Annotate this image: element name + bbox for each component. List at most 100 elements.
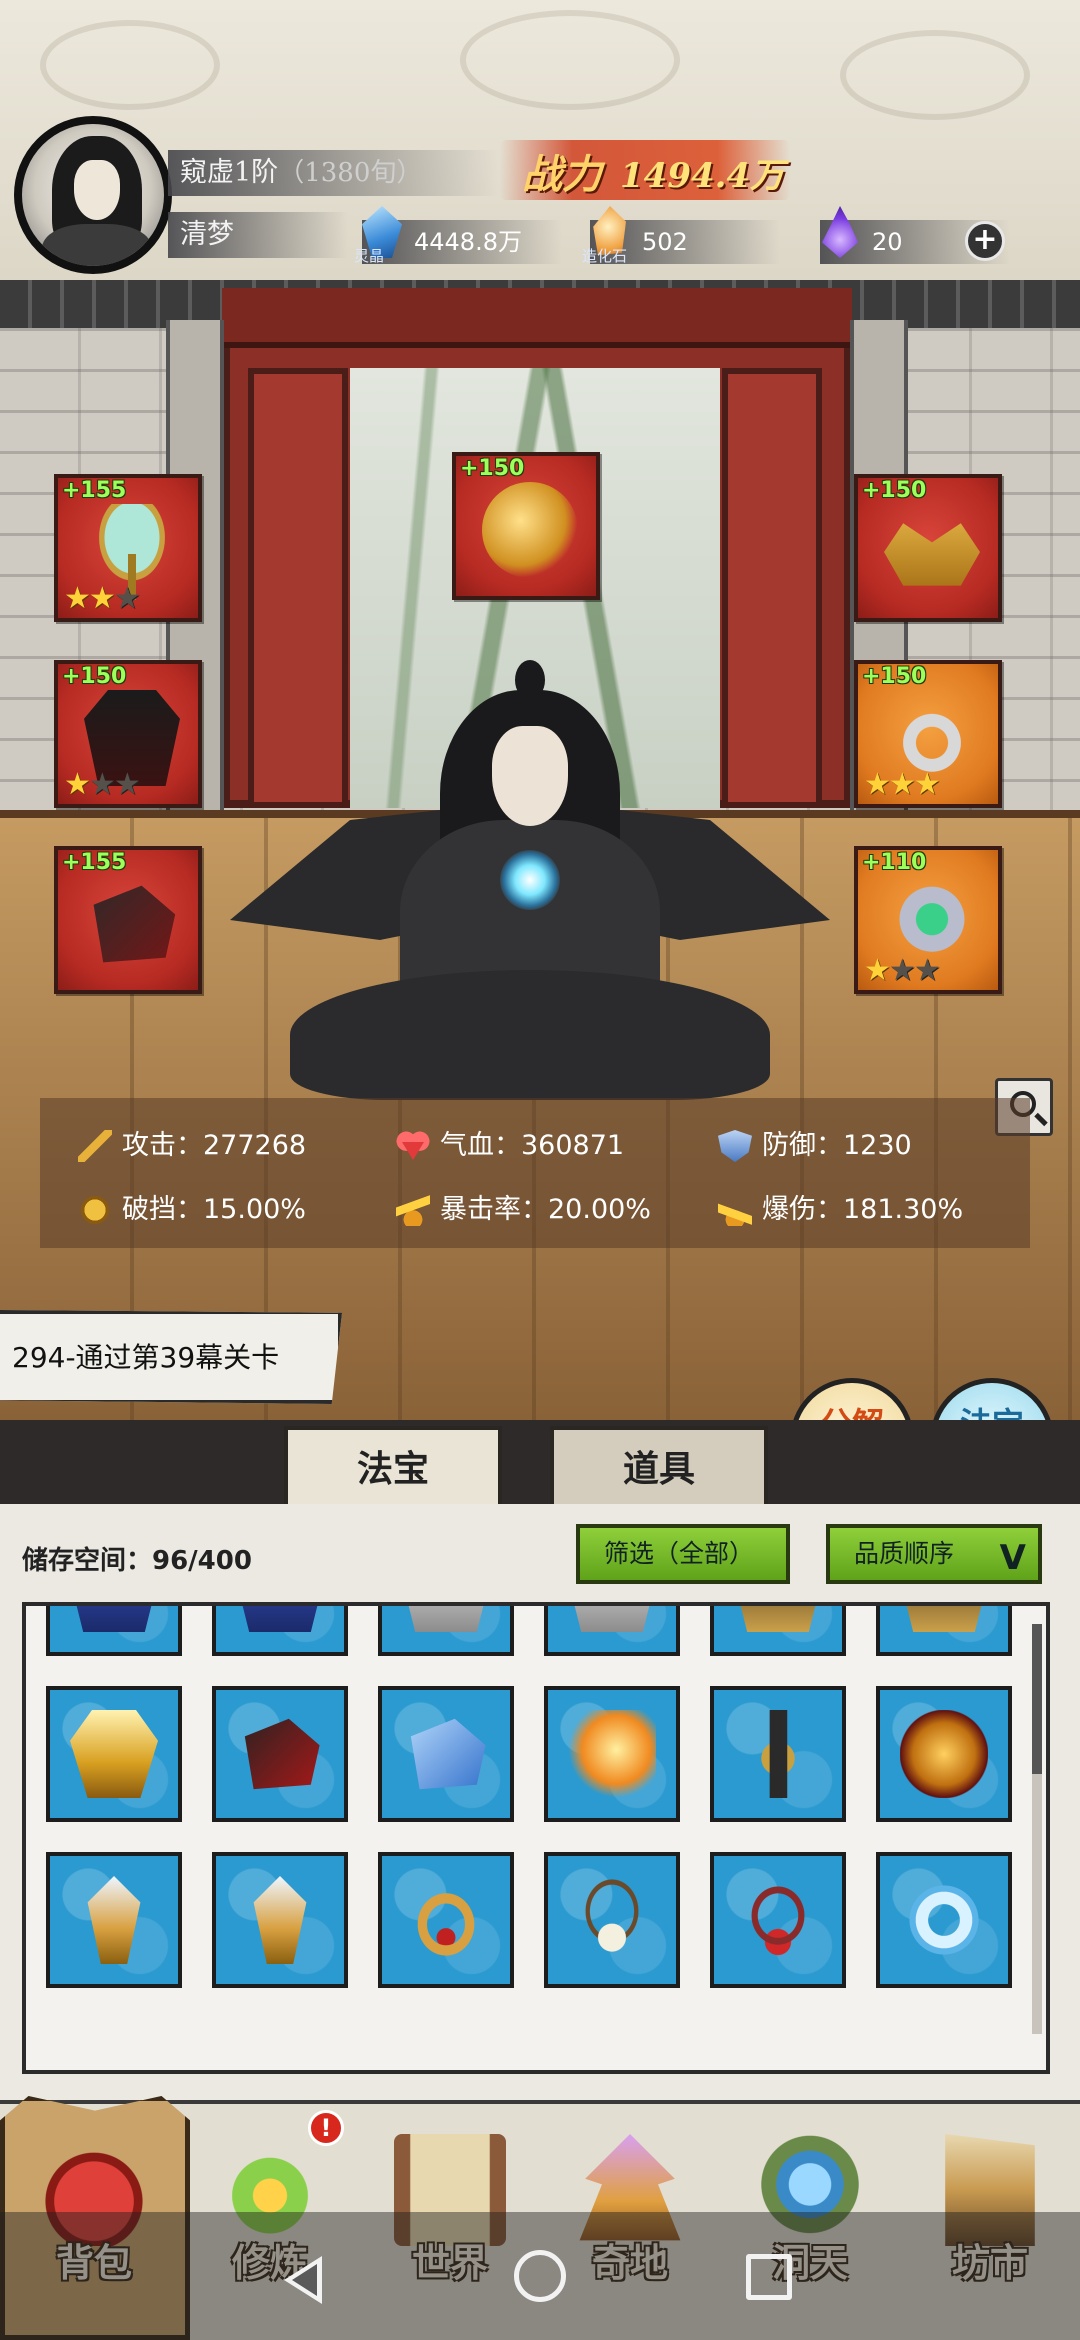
boots-icon	[93, 885, 176, 963]
inventory-item[interactable]	[212, 1686, 348, 1822]
stat-crit-rate-text: 暴击率：20.00%	[440, 1194, 651, 1225]
currency-spirit-crystal: 灵晶 4448.8万	[354, 206, 562, 264]
dragon-staff-icon	[253, 1876, 307, 1964]
equip-slot-ring[interactable]: +110 ★★★	[854, 846, 1002, 994]
blue-robe-icon	[70, 1606, 158, 1632]
add-currency-button[interactable]: +	[965, 221, 1005, 261]
dark-robe-icon	[900, 1606, 988, 1632]
rank-text: 窥虚1阶	[180, 157, 279, 188]
sword-icon	[78, 1130, 112, 1162]
currency-value: 20	[872, 228, 903, 256]
inventory-item[interactable]	[378, 1606, 514, 1656]
enhance-bonus: +150	[62, 664, 127, 689]
filter-button[interactable]: 筛选（全部）	[576, 1524, 790, 1584]
equip-slot-pendant[interactable]: +150 ★★★	[854, 660, 1002, 808]
home-icon[interactable]	[514, 2250, 566, 2302]
gold-helm-icon	[900, 1710, 988, 1798]
player-name: 清梦	[168, 212, 348, 258]
equip-slot-robe[interactable]: +150 ★★★	[54, 660, 202, 808]
storage-capacity: 储存空间：96/400	[22, 1546, 252, 1576]
stat-crit-damage: 爆伤：181.30%	[718, 1190, 963, 1230]
break-icon	[78, 1194, 112, 1226]
inventory-item[interactable]	[876, 1686, 1012, 1822]
character-face	[492, 726, 568, 826]
equip-slot-fan[interactable]: +155 ★★★	[54, 474, 202, 622]
enhance-bonus: +110	[862, 850, 927, 875]
stat-break-text: 破挡：15.00%	[122, 1194, 306, 1225]
currency-name: 灵晶	[354, 247, 385, 265]
avatar-face	[74, 160, 120, 220]
amulet-icon	[568, 1876, 656, 1964]
stat-hp-text: 气血：360871	[440, 1130, 625, 1161]
stat-hp: 气血：360871	[396, 1126, 624, 1166]
chevron-down-icon: V	[999, 1538, 1026, 1578]
dragon-staff-icon	[87, 1876, 141, 1964]
enhance-bonus: +150	[862, 664, 927, 689]
cloud-decoration	[460, 10, 680, 110]
recent-apps-icon[interactable]	[746, 2254, 792, 2300]
inventory-item[interactable]	[544, 1686, 680, 1822]
notification-badge: !	[308, 2110, 344, 2146]
blue-robe-icon	[236, 1606, 324, 1632]
power-label: 战力	[522, 151, 602, 198]
inventory-item[interactable]	[212, 1606, 348, 1656]
crit-damage-icon	[718, 1194, 752, 1226]
player-avatar[interactable]	[14, 116, 172, 274]
inventory-item[interactable]	[710, 1606, 846, 1656]
inventory-item[interactable]	[710, 1852, 846, 1988]
circlet-icon	[402, 1876, 490, 1964]
equip-slot-crown[interactable]: +150	[854, 474, 1002, 622]
inventory-item[interactable]	[710, 1686, 846, 1822]
cloud-decoration	[840, 30, 1030, 120]
scrollbar-thumb[interactable]	[1032, 1624, 1042, 1774]
star-rating: ★★★	[864, 953, 941, 988]
spirit-orb	[500, 850, 560, 910]
heart-icon	[396, 1130, 430, 1162]
star-rating: ★★★	[64, 581, 141, 616]
inventory-item[interactable]	[46, 1852, 182, 1988]
tab-treasure[interactable]: 法宝	[284, 1426, 502, 1506]
meditating-character	[230, 630, 830, 1130]
stat-crit-rate: 暴击率：20.00%	[396, 1190, 651, 1230]
sort-dropdown[interactable]: 品质顺序 V	[826, 1524, 1042, 1584]
stat-attack-text: 攻击：277268	[122, 1130, 307, 1161]
back-icon-inner	[292, 2264, 317, 2296]
white-robe-icon	[568, 1606, 656, 1632]
equip-slot-talisman[interactable]: +150	[452, 452, 600, 600]
stat-crit-damage-text: 爆伤：181.30%	[762, 1194, 964, 1225]
inventory-item[interactable]	[544, 1606, 680, 1656]
inventory-item[interactable]	[378, 1686, 514, 1822]
inventory-item[interactable]	[46, 1606, 182, 1656]
sort-label: 品质顺序	[854, 1539, 955, 1568]
inventory-scrollbar[interactable]	[1032, 1624, 1042, 2034]
red-boots-icon	[244, 1718, 320, 1790]
inventory-item[interactable]	[544, 1852, 680, 1988]
currency-creation-stone: 造化石 502	[582, 206, 780, 264]
inventory-grid[interactable]	[22, 1602, 1050, 2074]
dragon-talisman-icon	[482, 482, 578, 578]
magnifier-handle	[1034, 1112, 1048, 1127]
inventory-item[interactable]	[212, 1852, 348, 1988]
inventory-item[interactable]	[876, 1606, 1012, 1656]
blue-boots-icon	[410, 1718, 486, 1790]
tab-items[interactable]: 道具	[550, 1426, 768, 1506]
tab-strip	[0, 1420, 1080, 1504]
equip-slot-boots[interactable]: +155	[54, 846, 202, 994]
inventory-item[interactable]	[46, 1686, 182, 1822]
character-legs	[290, 970, 770, 1100]
crit-icon	[396, 1194, 430, 1226]
stat-defense: 防御：1230	[718, 1126, 912, 1166]
dark-robe-icon	[734, 1606, 822, 1632]
inventory-item[interactable]	[876, 1852, 1012, 1988]
shield-icon	[718, 1130, 752, 1162]
inventory-item[interactable]	[378, 1852, 514, 1988]
stat-defense-text: 防御：1230	[762, 1130, 912, 1161]
power-value: 1494.4万	[620, 156, 785, 196]
star-rating: ★★★	[64, 767, 141, 802]
ice-ring-icon	[900, 1876, 988, 1964]
enhance-bonus: +155	[62, 478, 127, 503]
quest-banner[interactable]: 294-通过第39幕关卡	[0, 1310, 342, 1404]
rank-detail: （1380旬）	[278, 158, 423, 188]
combat-power: 战力 1494.4万	[500, 140, 790, 200]
character-topknot	[515, 660, 545, 700]
